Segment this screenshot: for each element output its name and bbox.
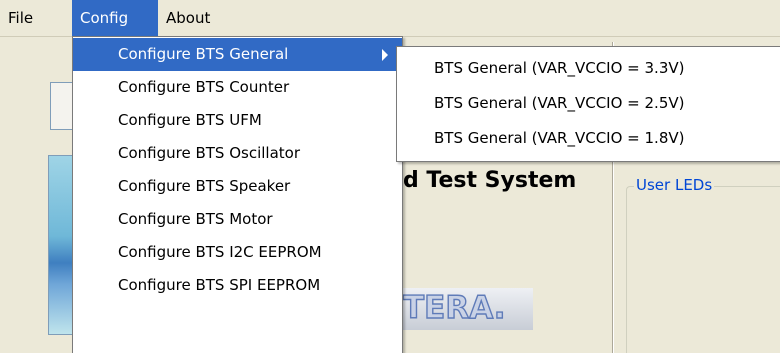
altera-logo-text: TERA. <box>403 289 506 326</box>
app-title-fragment: d Test System <box>403 168 577 193</box>
menu-config[interactable]: Config <box>72 0 158 37</box>
menu-item-configure-bts-speaker[interactable]: Configure BTS Speaker <box>73 170 402 203</box>
submenu-arrow-icon <box>382 49 388 61</box>
menu-item-configure-bts-i2c-eeprom[interactable]: Configure BTS I2C EEPROM <box>73 236 402 269</box>
menu-item-label: Configure BTS General <box>118 45 289 63</box>
submenu-item-vccio-1-8v[interactable]: BTS General (VAR_VCCIO = 1.8V) <box>397 122 780 155</box>
submenu-item-vccio-3-3v[interactable]: BTS General (VAR_VCCIO = 3.3V) <box>397 52 780 85</box>
menu-item-configure-bts-ufm[interactable]: Configure BTS UFM <box>73 104 402 137</box>
user-leds-group-label: User LEDs <box>634 176 715 194</box>
menu-item-configure-bts-oscillator[interactable]: Configure BTS Oscillator <box>73 137 402 170</box>
menu-item-configure-bts-spi-eeprom[interactable]: Configure BTS SPI EEPROM <box>73 269 402 302</box>
menu-about[interactable]: About <box>158 0 218 37</box>
bts-general-submenu: BTS General (VAR_VCCIO = 3.3V) BTS Gener… <box>396 46 780 162</box>
menu-file[interactable]: File <box>0 0 72 37</box>
submenu-item-vccio-2-5v[interactable]: BTS General (VAR_VCCIO = 2.5V) <box>397 87 780 120</box>
menu-item-configure-bts-motor[interactable]: Configure BTS Motor <box>73 203 402 236</box>
menu-item-configure-bts-counter[interactable]: Configure BTS Counter <box>73 71 402 104</box>
altera-logo: TERA. <box>403 288 533 330</box>
user-leds-groupbox <box>626 186 780 353</box>
menu-item-configure-bts-general[interactable]: Configure BTS General <box>73 38 402 71</box>
menu-bar: File Config About <box>0 0 780 37</box>
config-menu: Configure BTS General Configure BTS Coun… <box>72 36 403 353</box>
